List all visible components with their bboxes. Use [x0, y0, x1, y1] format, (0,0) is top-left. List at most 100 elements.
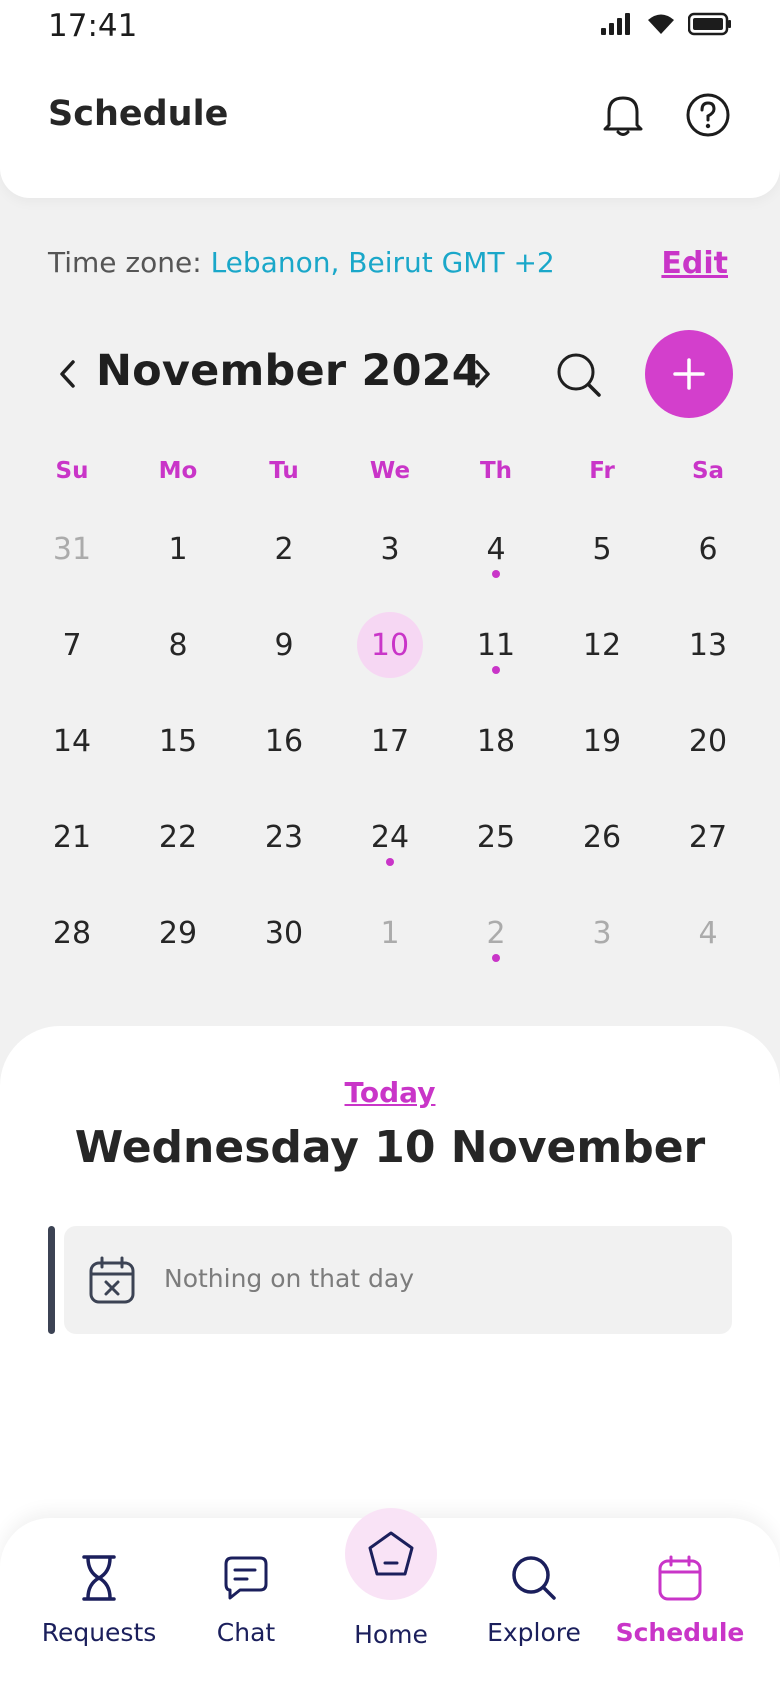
- calendar-day[interactable]: 12: [549, 606, 655, 702]
- calendar-day[interactable]: 14: [19, 702, 125, 798]
- day-number: 4: [698, 915, 718, 951]
- nav-label: Requests: [41, 1618, 157, 1647]
- day-number: 7: [62, 627, 82, 663]
- calendar-day[interactable]: 13: [655, 606, 761, 702]
- day-number: 23: [264, 819, 304, 855]
- calendar-day[interactable]: 4: [655, 894, 761, 990]
- day-number: 30: [264, 915, 304, 951]
- calendar-day[interactable]: 29: [125, 894, 231, 990]
- calendar-day[interactable]: 24: [337, 798, 443, 894]
- weekday-label: Mo: [158, 458, 198, 484]
- calendar-week: 28 29 30 1 2 3 4: [19, 894, 761, 990]
- help-icon: [686, 93, 730, 137]
- day-number: 10: [357, 612, 423, 678]
- next-month-button[interactable]: [462, 354, 502, 394]
- day-number: 27: [688, 819, 728, 855]
- calendar-day[interactable]: 19: [549, 702, 655, 798]
- nav-schedule[interactable]: Schedule: [605, 1548, 755, 1668]
- calendar-grid: 31 1 2 3 4 5 6 7 8 9 10 11 12 13 14 15 16 17 18 19 20 21 22 23 2…: [19, 510, 761, 990]
- calendar-day[interactable]: 28: [19, 894, 125, 990]
- calendar-week: 31 1 2 3 4 5 6: [19, 510, 761, 606]
- weekday-label: Su: [55, 458, 89, 484]
- calendar-day[interactable]: 22: [125, 798, 231, 894]
- empty-day-card: Nothing on that day: [64, 1226, 732, 1334]
- calendar-week: 21 22 23 24 25 26 27: [19, 798, 761, 894]
- timezone-edit-link[interactable]: Edit: [661, 246, 728, 281]
- calendar-day[interactable]: 16: [231, 702, 337, 798]
- page-title: Schedule: [48, 94, 229, 134]
- day-number: 21: [52, 819, 92, 855]
- weekday-label: Fr: [589, 458, 615, 484]
- calendar-day[interactable]: 6: [655, 510, 761, 606]
- calendar-day[interactable]: 23: [231, 798, 337, 894]
- calendar-day[interactable]: 18: [443, 702, 549, 798]
- day-number: 12: [582, 627, 622, 663]
- nav-requests[interactable]: Requests: [24, 1548, 174, 1668]
- day-number: 1: [380, 915, 400, 951]
- day-number: 5: [592, 531, 612, 567]
- calendar-day[interactable]: 3: [549, 894, 655, 990]
- event-indicator-bar: [48, 1226, 55, 1334]
- nav-chat[interactable]: Chat: [171, 1548, 321, 1668]
- calendar-day[interactable]: 1: [125, 510, 231, 606]
- calendar-day[interactable]: 3: [337, 510, 443, 606]
- day-number: 1: [168, 531, 188, 567]
- calendar-week: 7 8 9 10 11 12 13: [19, 606, 761, 702]
- signal-icon: [601, 13, 630, 35]
- previous-month-button[interactable]: [48, 354, 88, 394]
- day-number: 29: [158, 915, 198, 951]
- add-event-button[interactable]: [645, 330, 733, 418]
- calendar-day[interactable]: 26: [549, 798, 655, 894]
- day-number: 3: [592, 915, 612, 951]
- calendar-day[interactable]: 25: [443, 798, 549, 894]
- wifi-icon: [648, 14, 674, 34]
- status-time: 17:41: [48, 8, 138, 44]
- nav-home[interactable]: Home: [316, 1548, 466, 1668]
- calendar-day[interactable]: 5: [549, 510, 655, 606]
- calendar-remove-icon: [89, 1256, 135, 1304]
- calendar-icon: [654, 1552, 706, 1604]
- calendar-day[interactable]: 17: [337, 702, 443, 798]
- timezone-row: Time zone: Lebanon, Beirut GMT +2 Edit: [48, 246, 728, 286]
- timezone-value: Lebanon, Beirut GMT +2: [210, 246, 555, 279]
- search-icon: [557, 353, 601, 397]
- header: 17:41 Schedule: [0, 0, 780, 198]
- help-button[interactable]: [683, 90, 733, 140]
- plus-icon: [673, 358, 705, 390]
- calendar-day[interactable]: 27: [655, 798, 761, 894]
- day-number: 16: [264, 723, 304, 759]
- month-title: November 2024: [96, 346, 482, 396]
- today-link[interactable]: Today: [0, 1076, 780, 1109]
- calendar-day[interactable]: 7: [19, 606, 125, 702]
- calendar-day[interactable]: 30: [231, 894, 337, 990]
- calendar-day[interactable]: 4: [443, 510, 549, 606]
- calendar-day[interactable]: 31: [19, 510, 125, 606]
- calendar-search-button[interactable]: [554, 350, 604, 400]
- calendar-day[interactable]: 1: [337, 894, 443, 990]
- event-dot: [386, 858, 394, 866]
- chevron-right-icon: [475, 360, 490, 388]
- bell-icon: [603, 96, 643, 136]
- search-icon: [508, 1552, 560, 1604]
- calendar-day[interactable]: 2: [443, 894, 549, 990]
- calendar-week: 14 15 16 17 18 19 20: [19, 702, 761, 798]
- day-number: 17: [370, 723, 410, 759]
- calendar-day[interactable]: 8: [125, 606, 231, 702]
- empty-day-message: Nothing on that day: [164, 1264, 415, 1293]
- calendar-day[interactable]: 20: [655, 702, 761, 798]
- notifications-button[interactable]: [598, 90, 648, 140]
- calendar-day[interactable]: 15: [125, 702, 231, 798]
- nav-explore[interactable]: Explore: [459, 1548, 609, 1668]
- month-navigation: November 2024: [48, 330, 733, 418]
- chat-icon: [220, 1552, 272, 1604]
- calendar-day-selected[interactable]: 10: [337, 606, 443, 702]
- hourglass-icon: [73, 1552, 125, 1604]
- calendar-day[interactable]: 9: [231, 606, 337, 702]
- calendar-day[interactable]: 21: [19, 798, 125, 894]
- calendar-day[interactable]: 2: [231, 510, 337, 606]
- day-number: 14: [52, 723, 92, 759]
- timezone-label: Time zone:: [48, 246, 211, 279]
- weekday-label: Sa: [691, 458, 725, 484]
- event-dot: [492, 954, 500, 962]
- calendar-day[interactable]: 11: [443, 606, 549, 702]
